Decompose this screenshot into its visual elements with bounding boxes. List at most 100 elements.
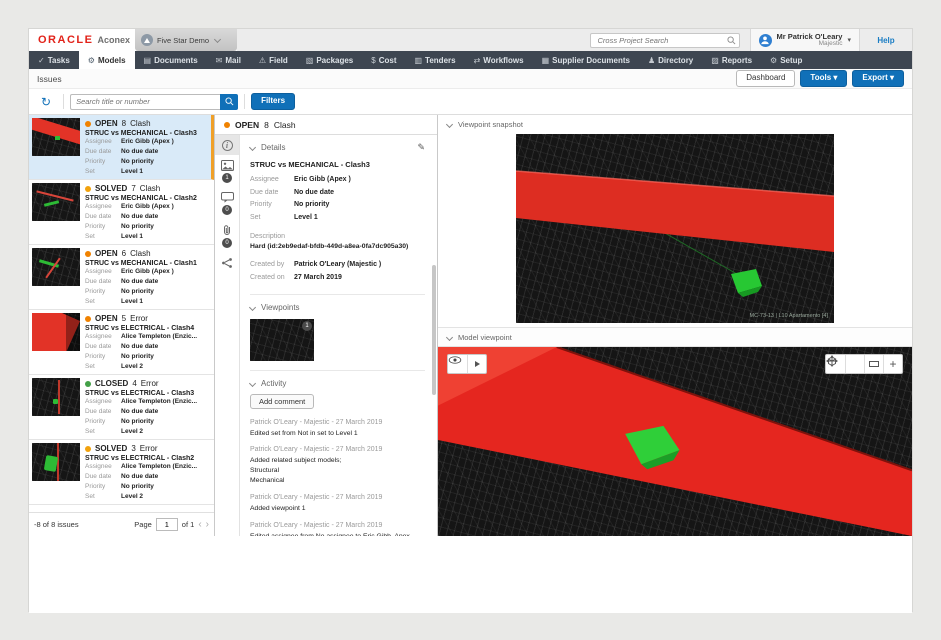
search-icon: [225, 97, 234, 106]
issue-list-item[interactable]: CLOSED 4 Error STRUC vs ELECTRICAL - Cla…: [29, 375, 214, 440]
nav-tab-label: Reports: [722, 56, 752, 65]
nav-tab[interactable]: ▤ Documents: [135, 51, 207, 69]
details-section-header[interactable]: Details ✎: [250, 142, 425, 153]
detail-header: OPEN 8 Clash: [215, 115, 437, 135]
comment-icon: [221, 192, 234, 203]
snapshot-header[interactable]: Viewpoint snapshot: [438, 115, 912, 133]
prev-page-icon[interactable]: ‹: [198, 520, 201, 530]
activity-text: Added related subject models; Structural…: [250, 456, 425, 486]
issue-search: [70, 94, 238, 110]
issue-type: Error: [140, 444, 158, 453]
paperclip-icon: [221, 224, 233, 236]
status-dot: [85, 316, 91, 322]
detail-field-row: Assignee Eric Gibb (Apex ): [250, 174, 425, 187]
issue-set: Level 2: [121, 492, 143, 502]
status-dot: [224, 122, 230, 128]
refresh-icon[interactable]: ↻: [41, 96, 51, 108]
issue-set: Level 1: [121, 297, 143, 307]
activity-entry: Patrick O'Leary - Majestic - 27 March 20…: [250, 419, 425, 439]
issue-list-item[interactable]: OPEN 6 Clash STRUC vs MECHANICAL - Clash…: [29, 245, 214, 310]
issue-title: STRUC vs MECHANICAL - Clash1: [85, 260, 210, 267]
edit-icon[interactable]: ✎: [417, 142, 425, 153]
add-comment-button[interactable]: Add comment: [250, 394, 314, 409]
viewer-nav-toolbar: +: [825, 354, 903, 374]
product-logo: Aconex: [97, 35, 130, 45]
expand-toolbar-icon[interactable]: [467, 355, 486, 373]
attachments-tab[interactable]: 0: [215, 219, 239, 252]
nav-tab[interactable]: ♟ Directory: [639, 51, 702, 69]
nav-tab-label: Workflows: [483, 56, 523, 65]
cube-icon[interactable]: [845, 355, 864, 373]
cross-project-search[interactable]: [590, 33, 740, 48]
issue-count: -8 of 8 issues: [34, 520, 79, 529]
scrollbar[interactable]: [432, 265, 436, 395]
related-items-tab[interactable]: [215, 252, 239, 273]
viewpoints-tab[interactable]: 1: [215, 155, 239, 187]
nav-tab[interactable]: ✓ Tasks: [29, 51, 79, 69]
activity-section-header[interactable]: Activity: [250, 379, 425, 388]
nav-tab[interactable]: ✉ Mail: [207, 51, 250, 69]
user-name-block: Mr Patrick O'Leary Majestic: [777, 33, 843, 48]
issue-search-input[interactable]: [70, 94, 220, 110]
issue-list-item[interactable]: SOLVED 7 Clash STRUC vs MECHANICAL - Cla…: [29, 180, 214, 245]
eye-icon[interactable]: [448, 355, 467, 373]
nav-tab-icon: $: [371, 56, 375, 65]
issue-detail-panel: OPEN 8 Clash i 1: [215, 115, 438, 536]
nav-tab[interactable]: ⚙ Setup: [761, 51, 811, 69]
issue-due: No due date: [121, 212, 158, 222]
issue-assignee: Eric Gibb (Apex ): [121, 202, 174, 212]
help-link[interactable]: Help: [860, 36, 912, 45]
dashboard-button[interactable]: Dashboard: [736, 70, 795, 86]
issue-assignee: Eric Gibb (Apex ): [121, 267, 174, 277]
issue-priority: No priority: [121, 482, 154, 492]
issue-number: 5: [122, 314, 126, 323]
issue-list-item[interactable]: OPEN 8 Clash STRUC vs MECHANICAL - Clash…: [29, 115, 214, 180]
chevron-down-icon: [446, 120, 453, 127]
user-menu[interactable]: Mr Patrick O'Leary Majestic ▾: [750, 29, 861, 51]
next-page-icon[interactable]: ›: [206, 520, 209, 530]
issue-list-item[interactable]: SOLVED 3 Error STRUC vs ELECTRICAL - Cla…: [29, 440, 214, 505]
activity-feed: Patrick O'Leary - Majestic - 27 March 20…: [250, 419, 425, 536]
cross-project-search-input[interactable]: [596, 35, 727, 46]
nav-tab[interactable]: ▥ Tenders: [405, 51, 464, 69]
model-viewpoint-header[interactable]: Model viewpoint: [438, 327, 912, 347]
nav-tab[interactable]: ▨ Reports: [702, 51, 761, 69]
app-window: ORACLE Aconex Five Star Demo: [28, 28, 913, 612]
viewpoints-section-header[interactable]: Viewpoints: [250, 303, 425, 312]
search-button[interactable]: [220, 94, 238, 110]
issue-set: Level 1: [121, 167, 143, 177]
fit-view-icon[interactable]: [864, 355, 883, 373]
breadcrumb: Issues: [37, 74, 62, 84]
nav-tab[interactable]: ⇄ Workflows: [465, 51, 533, 69]
export-button[interactable]: Export ▾: [852, 70, 904, 86]
breadcrumb-row: Issues Dashboard Tools ▾ Export ▾: [29, 69, 912, 89]
model-viewer[interactable]: +: [438, 347, 912, 536]
nav-tab-label: Supplier Documents: [552, 56, 630, 65]
project-selector[interactable]: Five Star Demo: [135, 29, 237, 51]
nav-tab[interactable]: ▦ Supplier Documents: [533, 51, 639, 69]
info-tab[interactable]: i: [215, 135, 239, 155]
filters-button[interactable]: Filters: [251, 93, 295, 109]
comments-tab[interactable]: 0: [215, 187, 239, 219]
issue-assignee: Alice Templeton (Enzic...: [121, 462, 197, 472]
zoom-in-icon[interactable]: +: [883, 355, 902, 373]
nav-tab[interactable]: ⚠ Field: [250, 51, 297, 69]
issue-due: No due date: [121, 277, 158, 287]
viewpoint-thumbnail[interactable]: 1: [250, 319, 314, 361]
issue-priority: No priority: [121, 417, 154, 427]
nav-tab[interactable]: $ Cost: [362, 51, 405, 69]
issue-title: STRUC vs ELECTRICAL - Clash3: [85, 390, 210, 397]
tools-button[interactable]: Tools ▾: [800, 70, 847, 86]
page-input[interactable]: [156, 518, 178, 531]
description-label: Description: [250, 233, 425, 240]
detail-field-row: Set Level 1: [250, 212, 425, 225]
nav-tab[interactable]: ▧ Packages: [297, 51, 362, 69]
nav-tab[interactable]: ⚙ Models: [79, 51, 135, 69]
search-icon[interactable]: [727, 36, 736, 45]
issue-list-item[interactable]: OPEN 5 Error STRUC vs ELECTRICAL - Clash…: [29, 310, 214, 375]
nav-tab-icon: ▧: [306, 56, 314, 65]
issue-number: 3: [131, 444, 135, 453]
activity-text: Added viewpoint 1: [250, 504, 425, 514]
viewpoint-snapshot-image[interactable]: MC-73-13 | L10 Apartamento [4]: [516, 134, 834, 323]
viewpoint-count-badge: 1: [302, 321, 312, 331]
